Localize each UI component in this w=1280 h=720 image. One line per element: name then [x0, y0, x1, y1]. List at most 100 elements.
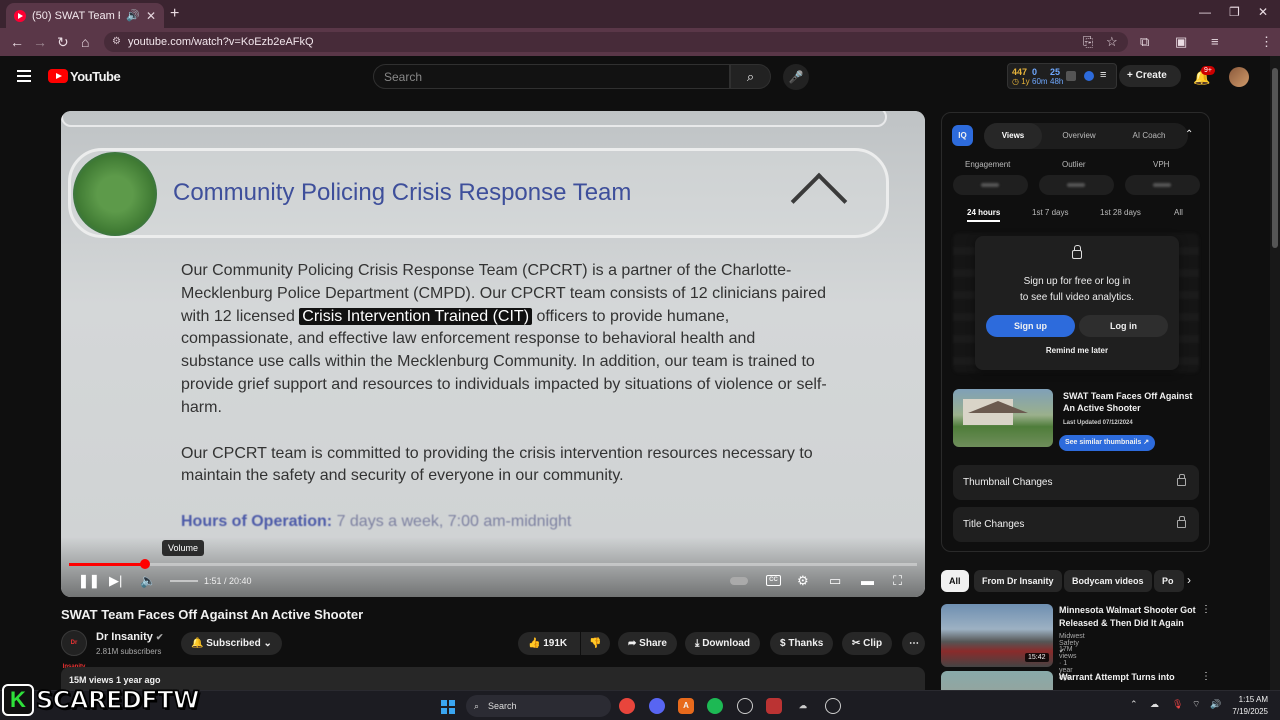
speaker-icon[interactable]: 🔊 [1210, 699, 1221, 710]
download-button[interactable]: ⤓ Download [685, 632, 760, 655]
search-button[interactable]: ⌕ [730, 64, 771, 89]
user-avatar[interactable] [1229, 67, 1249, 87]
login-button[interactable]: Log in [1079, 315, 1168, 337]
like-button[interactable]: 👍 191K [518, 632, 580, 655]
more-dots-icon[interactable]: ⋮ [1201, 671, 1211, 682]
title-changes-row[interactable]: Title Changes [953, 507, 1199, 542]
extensions-icon[interactable]: ⧉ [1140, 34, 1149, 50]
tab-overview[interactable]: Overview [1048, 123, 1110, 149]
collapse-chevron-icon[interactable]: ⌃ [1185, 129, 1193, 140]
windows-start-icon[interactable] [441, 700, 455, 714]
volume-slider[interactable] [170, 580, 198, 582]
range-7-days[interactable]: 1st 7 days [1032, 208, 1068, 217]
remind-later-link[interactable]: Remind me later [975, 346, 1179, 355]
discord-icon[interactable] [649, 698, 665, 714]
theater-mode-button[interactable]: ▬ [861, 573, 874, 588]
hamburger-menu-icon[interactable] [17, 70, 31, 85]
signup-button[interactable]: Sign up [986, 315, 1075, 337]
app-icon-2[interactable] [766, 698, 782, 714]
app-icon-3[interactable]: ☁ [795, 698, 811, 714]
tray-chevron-icon[interactable]: ⌃ [1130, 699, 1138, 710]
media-icon[interactable]: ≡ [1211, 34, 1219, 49]
list-item[interactable]: Warrant Attempt Turns into ⋮ [941, 671, 1211, 690]
chip-more[interactable]: Po [1154, 570, 1184, 592]
close-window-button[interactable]: ✕ [1258, 5, 1268, 19]
mute-button[interactable]: 🔈 [140, 573, 156, 589]
hours-of-operation: Hours of Operation: 7 days a week, 7:00 … [181, 513, 572, 530]
onedrive-icon[interactable]: ☁ [1150, 699, 1159, 710]
browser-tab[interactable]: (50) SWAT Team Faces Off Ag 🔊 ✕ [6, 3, 164, 28]
chevron-right-icon[interactable]: › [1187, 573, 1191, 587]
taskbar-clock[interactable]: 1:15 AM 7/19/2025 [1228, 694, 1268, 718]
fullscreen-button[interactable]: ⛶ [893, 573, 902, 589]
channel-name[interactable]: Dr Insanity ✔ [96, 631, 163, 643]
clip-button[interactable]: ✂ Clip [842, 632, 893, 655]
install-app-icon[interactable]: ⎘ [1083, 34, 1093, 50]
progress-bar[interactable] [69, 559, 917, 569]
search-input[interactable]: Search [373, 64, 730, 89]
house-image [963, 399, 1028, 425]
scrollbar-thumb[interactable] [1272, 68, 1278, 248]
miniplayer-button[interactable]: ▭ [829, 573, 841, 589]
maximize-button[interactable]: ❐ [1229, 5, 1240, 19]
range-24-hours[interactable]: 24 hours [967, 208, 1001, 222]
back-button[interactable]: ← [10, 34, 24, 50]
subscribed-button[interactable]: 🔔 Subscribed ⌄ [181, 632, 282, 655]
range-28-days[interactable]: 1st 28 days [1100, 208, 1141, 217]
microphone-icon[interactable]: 🎙 [1172, 699, 1183, 710]
spotify-icon[interactable] [707, 698, 723, 714]
close-tab-icon[interactable]: ✕ [146, 9, 156, 23]
chrome-icon[interactable] [619, 698, 635, 714]
progress-scrubber[interactable] [139, 559, 150, 569]
create-button[interactable]: + Create [1119, 65, 1181, 87]
tab-ai-coach[interactable]: AI Coach [1116, 123, 1182, 149]
chip-bodycam[interactable]: Bodycam videos [1064, 570, 1152, 592]
youtube-logo-icon[interactable] [48, 69, 68, 83]
app-icon[interactable]: A [678, 698, 694, 714]
search-icon: ⌕ [474, 701, 480, 711]
stats-menu-icon[interactable]: ≡ [1100, 69, 1106, 81]
metric-outlier-label: Outlier [1062, 160, 1086, 169]
extension-stats-widget[interactable]: 447 ◷ 1y 0 60m 25 48h ≡ [1007, 63, 1117, 89]
share-button[interactable]: ➦ Share [618, 632, 677, 655]
browser-menu-icon[interactable]: ⋮ [1260, 34, 1273, 50]
see-similar-button[interactable]: See similar thumbnails ↗ [1059, 435, 1156, 451]
tab-views[interactable]: Views [984, 123, 1042, 149]
dislike-button[interactable]: 👎 [581, 632, 610, 655]
obs-icon[interactable] [825, 698, 841, 714]
voice-search-button[interactable]: 🎤 [783, 64, 809, 90]
taskbar-search[interactable]: ⌕ Search [466, 695, 611, 717]
settings-gear-icon[interactable]: ⚙ [797, 573, 809, 589]
captions-button[interactable]: CC [766, 575, 781, 586]
pause-button[interactable]: ❚❚ [78, 573, 100, 589]
home-button[interactable]: ⌂ [81, 34, 89, 50]
more-dots-icon[interactable]: ⋮ [1201, 604, 1211, 615]
site-info-icon[interactable]: ⚙ [112, 32, 121, 52]
more-actions-button[interactable]: ⋯ [902, 632, 925, 655]
sidebar-icon[interactable]: ▣ [1175, 34, 1187, 50]
chip-all[interactable]: All [941, 570, 969, 592]
thumbnail-changes-row[interactable]: Thumbnail Changes [953, 465, 1199, 500]
rec-title[interactable]: Warrant Attempt Turns into [1059, 671, 1199, 684]
forward-button[interactable]: → [33, 34, 47, 50]
wifi-icon[interactable]: ⌔ [1192, 699, 1200, 710]
autoplay-toggle[interactable] [730, 577, 748, 585]
next-button[interactable]: ▶| [109, 573, 122, 589]
rec-duration: 15:42 [1025, 653, 1049, 662]
page-scrollbar[interactable] [1270, 56, 1280, 690]
rec-title[interactable]: Minnesota Walmart Shooter Got Released &… [1059, 604, 1199, 630]
reload-button[interactable]: ↻ [57, 34, 69, 51]
chip-from-channel[interactable]: From Dr Insanity [974, 570, 1062, 592]
stat-1y: 447 ◷ 1y [1012, 67, 1030, 86]
steam-icon[interactable] [737, 698, 753, 714]
video-player[interactable]: Community Policing Crisis Response Team … [61, 111, 925, 597]
youtube-logo-text[interactable]: YouTube [70, 69, 121, 84]
range-all[interactable]: All [1174, 208, 1183, 217]
new-tab-button[interactable]: + [170, 5, 179, 23]
url-field[interactable]: ⚙ youtube.com/watch?v=KoEzb2eAFkQ [104, 32, 1128, 52]
minimize-button[interactable]: — [1199, 5, 1211, 19]
rec-thumbnail[interactable] [941, 671, 1053, 690]
bookmark-star-icon[interactable]: ☆ [1106, 34, 1118, 50]
thanks-button[interactable]: $ Thanks [770, 632, 834, 655]
channel-avatar[interactable]: Dr Insanity [61, 630, 87, 670]
